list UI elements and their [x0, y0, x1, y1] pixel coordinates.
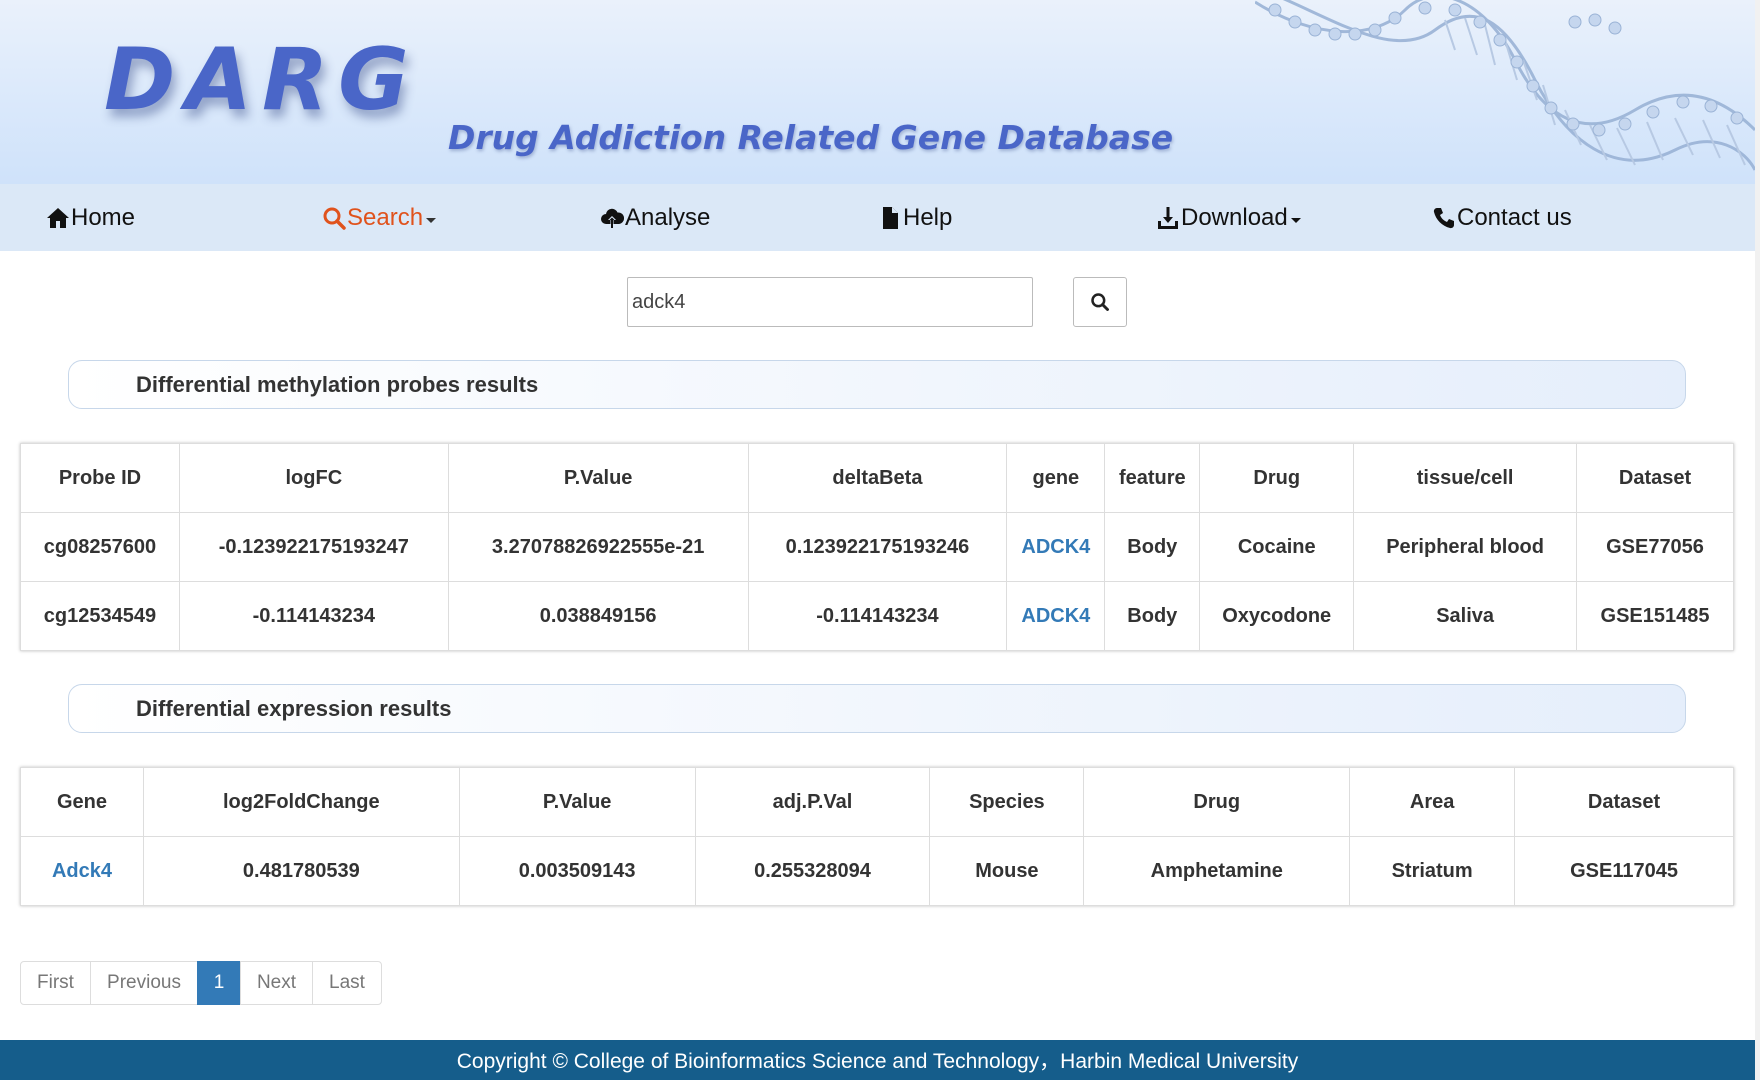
footer: Copyright © College of Bioinformatics Sc…	[0, 1040, 1755, 1080]
table-cell: 0.481780539	[142, 836, 460, 906]
site-logo: DARG	[104, 30, 419, 130]
column-header: Drug	[1199, 443, 1355, 513]
table-cell: cg12534549	[20, 581, 180, 651]
methylation-results-table: Probe ID logFC P.Value deltaBeta gene fe…	[20, 443, 1734, 651]
table-cell: Adck4	[20, 836, 144, 906]
previous-page-button[interactable]: Previous	[90, 961, 198, 1005]
column-header: feature	[1104, 443, 1201, 513]
column-header: deltaBeta	[747, 443, 1008, 513]
nav-download-label: Download	[1181, 204, 1288, 231]
table-header-row: Probe ID logFC P.Value deltaBeta gene fe…	[20, 443, 1734, 513]
nav-search-label: Search	[347, 204, 424, 231]
table-cell: Saliva	[1353, 581, 1578, 651]
nav-help[interactable]: Help	[878, 202, 952, 234]
gene-link[interactable]: ADCK4	[1021, 536, 1090, 558]
phone-icon	[1433, 208, 1454, 229]
table-cell: Striatum	[1349, 836, 1516, 906]
pagination: First Previous 1 Next Last	[20, 961, 382, 1005]
chevron-down-icon	[1290, 217, 1301, 223]
table-cell: Cocaine	[1199, 512, 1355, 582]
last-page-button[interactable]: Last	[312, 961, 382, 1005]
table-row: cg08257600 -0.123922175193247 3.27078826…	[20, 512, 1734, 582]
scrollbar[interactable]	[1755, 0, 1760, 1080]
table-cell: ADCK4	[1006, 512, 1106, 582]
file-icon	[883, 207, 898, 229]
home-icon	[47, 208, 69, 228]
search-icon	[1091, 293, 1109, 311]
column-header: logFC	[178, 443, 449, 513]
nav-analyse[interactable]: Analyse	[600, 202, 710, 234]
column-header: Dataset	[1514, 767, 1734, 837]
table-cell: Oxycodone	[1199, 581, 1355, 651]
search-icon	[323, 207, 346, 230]
column-header: Probe ID	[20, 443, 180, 513]
site-tagline: Drug Addiction Related Gene Database	[448, 118, 1174, 157]
table-cell: -0.114143234	[747, 581, 1008, 651]
chevron-down-icon	[426, 217, 437, 223]
table-cell: ADCK4	[1006, 581, 1106, 651]
download-icon	[1158, 207, 1178, 229]
column-header: P.Value	[458, 767, 696, 837]
table-cell: Amphetamine	[1083, 836, 1351, 906]
nav-search[interactable]: Search	[322, 202, 437, 234]
column-header: Area	[1349, 767, 1516, 837]
table-cell: Peripheral blood	[1353, 512, 1578, 582]
table-cell: cg08257600	[20, 512, 180, 582]
gene-link[interactable]: ADCK4	[1021, 605, 1090, 627]
table-cell: 0.038849156	[447, 581, 749, 651]
table-cell: GSE151485	[1576, 581, 1734, 651]
table-cell: GSE77056	[1576, 512, 1734, 582]
expression-section-title: Differential expression results	[68, 684, 1686, 733]
page-number-button[interactable]: 1	[197, 961, 241, 1005]
methylation-section-title: Differential methylation probes results	[68, 360, 1686, 409]
search-input[interactable]	[627, 277, 1033, 327]
column-header: tissue/cell	[1353, 443, 1578, 513]
column-header: Drug	[1083, 767, 1351, 837]
main-navbar: Home Search Analyse Help Download Contac…	[0, 184, 1755, 251]
search-button[interactable]	[1073, 277, 1127, 327]
nav-analyse-label: Analyse	[625, 204, 711, 231]
header-banner: DARG Drug Addiction Related Gene Databas…	[0, 0, 1755, 184]
dna-helix-decoration	[1255, 0, 1755, 171]
table-cell: -0.114143234	[178, 581, 449, 651]
nav-home-label: Home	[71, 204, 136, 231]
table-cell: 0.255328094	[694, 836, 931, 906]
next-page-button[interactable]: Next	[240, 961, 313, 1005]
column-header: Species	[929, 767, 1085, 837]
expression-results-table: Gene log2FoldChange P.Value adj.P.Val Sp…	[20, 767, 1734, 906]
table-cell: -0.123922175193247	[178, 512, 449, 582]
column-header: Gene	[20, 767, 144, 837]
table-cell: GSE117045	[1514, 836, 1734, 906]
table-row: cg12534549 -0.114143234 0.038849156 -0.1…	[20, 581, 1734, 651]
column-header: adj.P.Val	[694, 767, 931, 837]
nav-help-label: Help	[903, 204, 953, 231]
column-header: log2FoldChange	[142, 767, 460, 837]
nav-download[interactable]: Download	[1156, 202, 1301, 234]
table-cell: 3.27078826922555e-21	[447, 512, 749, 582]
nav-home[interactable]: Home	[46, 202, 135, 234]
table-cell: Mouse	[929, 836, 1085, 906]
nav-contact-label: Contact us	[1457, 204, 1572, 231]
column-header: gene	[1006, 443, 1106, 513]
table-cell: Body	[1104, 581, 1201, 651]
table-cell: Body	[1104, 512, 1201, 582]
table-cell: 0.123922175193246	[747, 512, 1008, 582]
cloud-upload-icon	[601, 208, 624, 228]
column-header: Dataset	[1576, 443, 1734, 513]
gene-link[interactable]: Adck4	[52, 860, 112, 882]
nav-contact[interactable]: Contact us	[1432, 202, 1572, 234]
table-header-row: Gene log2FoldChange P.Value adj.P.Val Sp…	[20, 767, 1734, 837]
copyright-text: Copyright © College of Bioinformatics Sc…	[456, 1050, 1299, 1073]
table-cell: 0.003509143	[458, 836, 696, 906]
first-page-button[interactable]: First	[20, 961, 91, 1005]
table-row: Adck4 0.481780539 0.003509143 0.25532809…	[20, 836, 1734, 906]
column-header: P.Value	[447, 443, 749, 513]
